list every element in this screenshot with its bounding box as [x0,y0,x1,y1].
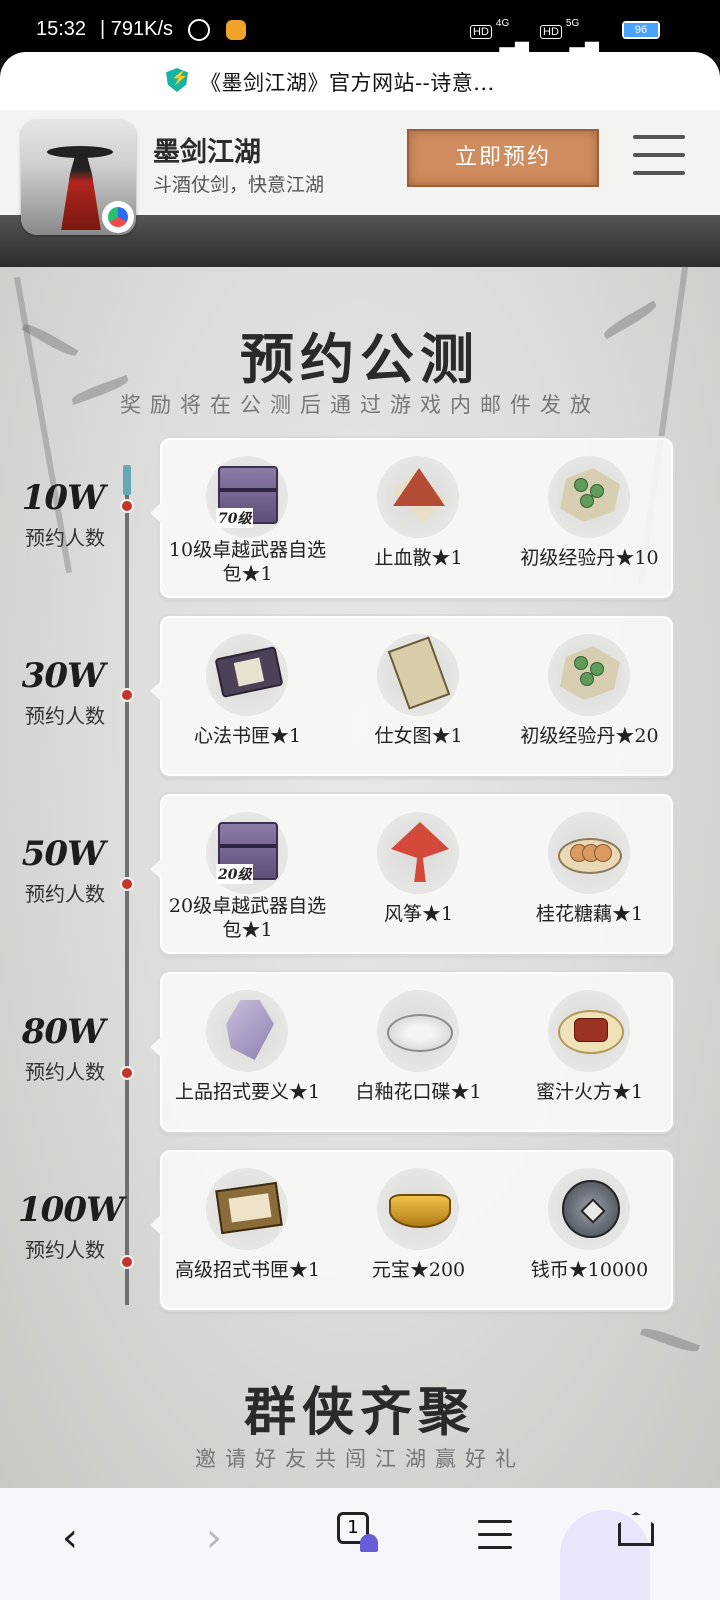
page-title: 《墨剑江湖》官方网站--诗意... [200,71,495,95]
reward-name: 风筝★1 [383,903,454,925]
tier-level: 100W [18,1190,124,1230]
reward-item[interactable]: 仕女图★1 [333,626,504,771]
alarm-icon [188,19,210,41]
weapon-gift-box-icon: 70级 [212,460,284,532]
reward-item[interactable]: 上品招式要义★1 [162,982,333,1127]
reward-name: 元宝★200 [371,1259,466,1281]
reward-name: 初级经验丹★20 [520,725,659,747]
tier-label: 预约人数 [25,1238,105,1262]
reward-item[interactable]: 元宝★200 [333,1160,504,1305]
timeline-cap [123,465,131,495]
leaf-decoration [640,1325,700,1355]
tier-level: 30W [21,656,106,696]
skill-book-chest-icon [212,1172,284,1244]
reward-name: 白釉花口碟★1 [355,1081,482,1103]
skill-manual-icon [212,994,284,1066]
chat-app-icon [226,20,246,40]
exp-pill-icon [554,638,626,710]
reward-item[interactable]: 桂花糖藕★1 [504,804,675,949]
coin-icon [554,1172,626,1244]
reward-item[interactable]: 初级经验丹★20 [504,626,675,771]
reward-item[interactable]: 风筝★1 [333,804,504,949]
reward-item[interactable]: 初级经验丹★10 [504,448,675,593]
reward-name: 上品招式要义★1 [174,1081,321,1103]
browser-menu-icon[interactable] [478,1520,512,1559]
section-title-invite: 群侠齐聚 [243,1382,476,1443]
tier-level: 80W [21,1012,106,1052]
timeline-dot [120,499,134,513]
reward-name: 钱币★10000 [530,1259,649,1281]
timeline-dot [120,688,134,702]
reward-name: 20级卓越武器自选包★1 [168,895,327,941]
tier-level: 50W [21,834,106,874]
status-net-speed: | 791K/s [100,18,174,40]
reward-item[interactable]: 钱币★10000 [504,1160,675,1305]
reward-card: 20级 20级卓越武器自选包★1 风筝★1 桂花糖藕★1 [150,794,675,954]
lotus-root-dish-icon [554,816,626,888]
reward-name: 仕女图★1 [374,725,463,747]
scroll-painting-icon [383,636,455,710]
app-slogan: 斗酒仗剑，快意江湖 [153,174,325,196]
porcelain-dish-icon [383,994,455,1066]
reward-name: 桂花糖藕★1 [535,903,644,925]
reward-name: 心法书匣★1 [193,725,302,747]
reward-name: 蜜汁火方★1 [535,1081,644,1103]
reward-item[interactable]: 高级招式书匣★1 [162,1160,333,1305]
tier-label: 预约人数 [25,704,105,728]
reward-item[interactable]: 70级 10级卓越武器自选包★1 [162,448,333,593]
status-bar: 15:32 | 791K/s HD4G ▂▄▆█ HD5G ▂▄▆█ 96 [0,0,720,65]
forward-button[interactable]: › [184,1508,244,1568]
url-bar[interactable]: 《墨剑江湖》官方网站--诗意... [0,52,720,110]
reward-card: 心法书匣★1 仕女图★1 初级经验丹★20 [150,616,675,776]
kite-icon [383,816,455,888]
reward-name: 止血散★1 [374,547,463,569]
secure-shield-icon [166,68,188,92]
timeline-dot [120,877,134,891]
reward-name: 高级招式书匣★1 [174,1259,321,1281]
hemostatic-powder-icon [383,460,455,532]
signal-5g-icon: HD5G ▂▄▆█ [540,18,630,65]
reward-name: 初级经验丹★10 [520,547,659,569]
tier-label: 预约人数 [25,526,105,550]
reserve-now-button[interactable]: 立即预约 [407,129,599,187]
honey-ham-dish-icon [554,994,626,1066]
reward-name: 10级卓越武器自选包★1 [168,539,327,585]
status-time: 15:32 [36,18,87,40]
logo-swordsman-shape [61,150,101,230]
reward-item[interactable]: 心法书匣★1 [162,626,333,771]
reward-item[interactable]: 蜜汁火方★1 [504,982,675,1127]
reward-item[interactable]: 止血散★1 [333,448,504,593]
section-title-reserve: 预约公测 [240,327,480,391]
app-logo[interactable] [21,120,136,235]
reward-item[interactable]: 20级 20级卓越武器自选包★1 [162,804,333,949]
hamburger-menu-icon[interactable] [633,135,685,177]
section-subtitle-reserve: 奖励将在公测后通过游戏内邮件发放 [120,393,600,417]
battery-icon: 96 [622,21,660,39]
app-name: 墨剑江湖 [153,137,261,168]
gold-ingot-icon [383,1172,455,1244]
tier-level: 10W [21,478,106,518]
section-subtitle-invite: 邀请好友共闯江湖赢好礼 [195,1447,525,1471]
timeline-dot [120,1066,134,1080]
weapon-gift-box-icon: 20级 [212,816,284,888]
store-badge-icon [102,201,134,233]
browser-bottom-nav: ‹ › 1 [0,1488,720,1600]
reward-card: 70级 10级卓越武器自选包★1 止血散★1 初级经验丹★10 [150,438,675,598]
reward-item[interactable]: 白釉花口碟★1 [333,982,504,1127]
reward-card: 高级招式书匣★1 元宝★200 钱币★10000 [150,1150,675,1310]
exp-pill-icon [554,460,626,532]
timeline-dot [120,1255,134,1269]
reward-card: 上品招式要义★1 白釉花口碟★1 蜜汁火方★1 [150,972,675,1132]
ghost-badge-icon [360,1534,378,1552]
tier-label: 预约人数 [25,882,105,906]
book-case-icon [212,638,284,710]
back-button[interactable]: ‹ [40,1508,100,1568]
tier-label: 预约人数 [25,1060,105,1084]
